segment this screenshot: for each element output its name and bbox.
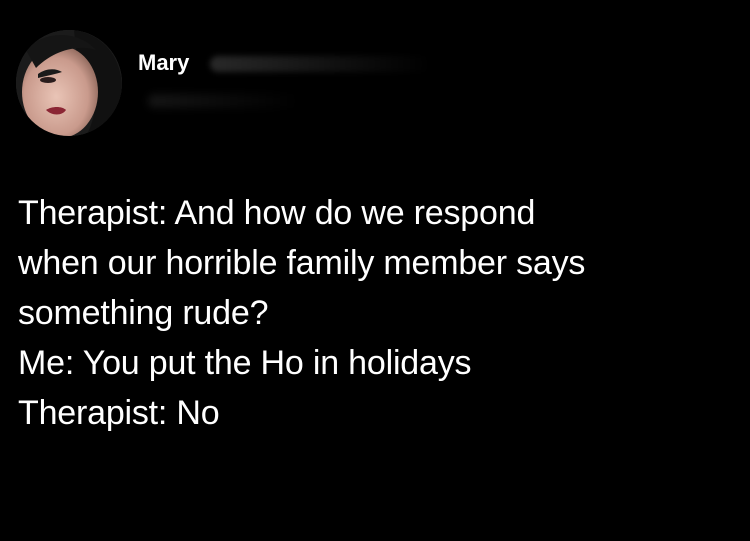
tweet-card: Mary Therapist: And how do we respond wh… — [0, 0, 750, 541]
author-display-name[interactable]: Mary — [138, 50, 189, 76]
tweet-line: Therapist: No — [18, 394, 220, 432]
tweet-line: Therapist: And how do we respond — [18, 194, 536, 232]
redacted-subtext — [148, 94, 298, 108]
tweet-header: Mary — [16, 30, 736, 140]
avatar-photo-icon — [16, 30, 122, 136]
redacted-handle — [210, 56, 430, 72]
tweet-line: when our horrible family member says — [18, 244, 586, 282]
tweet-line: something rude? — [18, 294, 269, 332]
tweet-line: Me: You put the Ho in holidays — [18, 344, 472, 382]
avatar[interactable] — [16, 30, 122, 136]
author-block: Mary — [138, 50, 698, 110]
tweet-body: Therapist: And how do we respond when ou… — [18, 188, 738, 438]
